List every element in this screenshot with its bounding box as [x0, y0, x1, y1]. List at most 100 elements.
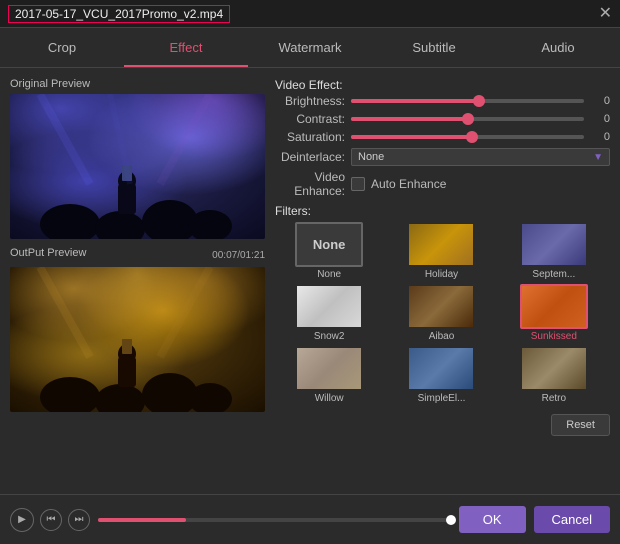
- filters-section: Filters: None None Holiday: [275, 204, 610, 484]
- filter-label-retro: Retro: [542, 393, 566, 404]
- prev-button[interactable]: ⏮: [40, 509, 62, 531]
- contrast-row: Contrast: 0: [275, 112, 610, 126]
- output-time: 00:07/01:21: [212, 250, 265, 261]
- progress-thumb: [446, 515, 456, 525]
- action-buttons: OK Cancel: [459, 506, 610, 533]
- filter-none-text: None: [313, 237, 346, 252]
- contrast-fill: [351, 117, 468, 121]
- tab-bar: Crop Effect Watermark Subtitle Audio: [0, 28, 620, 68]
- output-preview-label: OutPut Preview: [10, 247, 86, 259]
- deinterlace-label: Deinterlace:: [275, 150, 345, 164]
- tab-audio[interactable]: Audio: [496, 28, 620, 67]
- filter-item-retro: Retro: [500, 346, 608, 404]
- brightness-label: Brightness:: [275, 94, 345, 108]
- tab-watermark[interactable]: Watermark: [248, 28, 372, 67]
- output-preview-header: OutPut Preview 00:07/01:21: [10, 247, 265, 263]
- video-effect-title: Video Effect:: [275, 78, 610, 92]
- filter-img-holiday: [409, 224, 473, 265]
- progress-bar[interactable]: [98, 518, 451, 522]
- filename-label: 2017-05-17_VCU_2017Promo_v2.mp4: [8, 5, 230, 23]
- auto-enhance-checkbox[interactable]: [351, 177, 365, 191]
- filter-label-simple: SimpleEl...: [418, 393, 466, 404]
- filter-item-simple: SimpleEl...: [387, 346, 495, 404]
- filter-item-aibao: Aibao: [387, 284, 495, 342]
- prev-icon: ⏮: [47, 514, 56, 525]
- deinterlace-row: Deinterlace: None ▼: [275, 148, 610, 166]
- contrast-label: Contrast:: [275, 112, 345, 126]
- progress-fill: [98, 518, 186, 522]
- filter-thumb-holiday[interactable]: [407, 222, 475, 267]
- filter-label-none: None: [317, 269, 341, 280]
- brightness-slider[interactable]: [351, 99, 584, 103]
- filter-label-septem: Septem...: [532, 269, 575, 280]
- auto-enhance-label: Auto Enhance: [371, 177, 446, 191]
- ok-button[interactable]: OK: [459, 506, 526, 533]
- original-preview-image: [10, 94, 265, 239]
- video-enhance-row: Video Enhance: Auto Enhance: [275, 170, 610, 198]
- video-effect-section: Video Effect: Brightness: 0: [275, 78, 610, 204]
- bottom-bar: ▶ ⏮ ⏭ OK Cancel: [0, 494, 620, 544]
- saturation-slider[interactable]: [351, 135, 584, 139]
- cancel-button[interactable]: Cancel: [534, 506, 610, 533]
- saturation-fill: [351, 135, 472, 139]
- right-panel: Video Effect: Brightness: 0: [275, 78, 610, 484]
- filter-thumb-snow2[interactable]: [295, 284, 363, 329]
- filter-thumb-sunkissed[interactable]: [520, 284, 588, 329]
- filter-item-snow2: Snow2: [275, 284, 383, 342]
- filter-img-retro: [522, 348, 586, 389]
- filter-label-willow: Willow: [315, 393, 344, 404]
- contrast-value: 0: [590, 113, 610, 125]
- saturation-value: 0: [590, 131, 610, 143]
- original-preview: [10, 94, 265, 239]
- filter-label-snow2: Snow2: [314, 331, 345, 342]
- brightness-value: 0: [590, 95, 610, 107]
- filter-label-holiday: Holiday: [425, 269, 458, 280]
- chevron-down-icon: ▼: [593, 152, 603, 163]
- contrast-slider-wrap: [351, 117, 584, 121]
- brightness-thumb: [473, 95, 485, 107]
- next-button[interactable]: ⏭: [68, 509, 90, 531]
- filter-label-aibao: Aibao: [429, 331, 455, 342]
- filter-thumb-willow[interactable]: [295, 346, 363, 391]
- tab-subtitle[interactable]: Subtitle: [372, 28, 496, 67]
- deinterlace-select[interactable]: None ▼: [351, 148, 610, 166]
- title-bar: 2017-05-17_VCU_2017Promo_v2.mp4 ✕: [0, 0, 620, 28]
- filter-img-septem: [522, 224, 586, 265]
- filter-item-septem: Septem...: [500, 222, 608, 280]
- output-svg: [10, 267, 265, 412]
- filter-item-none: None None: [275, 222, 383, 280]
- filter-img-aibao: [409, 286, 473, 327]
- filter-item-sunkissed: Sunkissed: [500, 284, 608, 342]
- reset-container: Reset: [275, 410, 610, 436]
- contrast-slider[interactable]: [351, 117, 584, 121]
- saturation-slider-wrap: [351, 135, 584, 139]
- original-preview-label: Original Preview: [10, 78, 265, 90]
- filter-img-simple: [409, 348, 473, 389]
- filter-img-snow2: [297, 286, 361, 327]
- concert-svg: [10, 94, 265, 239]
- filter-thumb-septem[interactable]: [520, 222, 588, 267]
- video-enhance-label: Video Enhance:: [275, 170, 345, 198]
- main-content: Original Preview: [0, 68, 620, 494]
- close-button[interactable]: ✕: [599, 6, 612, 22]
- filter-img-sunkissed: [522, 286, 586, 327]
- tab-effect[interactable]: Effect: [124, 28, 248, 67]
- filter-thumb-simple[interactable]: [407, 346, 475, 391]
- reset-button[interactable]: Reset: [551, 414, 610, 436]
- filter-thumb-aibao[interactable]: [407, 284, 475, 329]
- filter-thumb-retro[interactable]: [520, 346, 588, 391]
- saturation-label: Saturation:: [275, 130, 345, 144]
- play-controls: ▶ ⏮ ⏭: [10, 508, 90, 532]
- filter-item-holiday: Holiday: [387, 222, 495, 280]
- play-button[interactable]: ▶: [10, 508, 34, 532]
- filters-label: Filters:: [275, 204, 610, 218]
- filter-thumb-none[interactable]: None: [295, 222, 363, 267]
- contrast-thumb: [462, 113, 474, 125]
- brightness-slider-wrap: [351, 99, 584, 103]
- filter-item-willow: Willow: [275, 346, 383, 404]
- brightness-row: Brightness: 0: [275, 94, 610, 108]
- filter-img-willow: [297, 348, 361, 389]
- tab-crop[interactable]: Crop: [0, 28, 124, 67]
- saturation-row: Saturation: 0: [275, 130, 610, 144]
- filter-grid: None None Holiday: [275, 222, 610, 404]
